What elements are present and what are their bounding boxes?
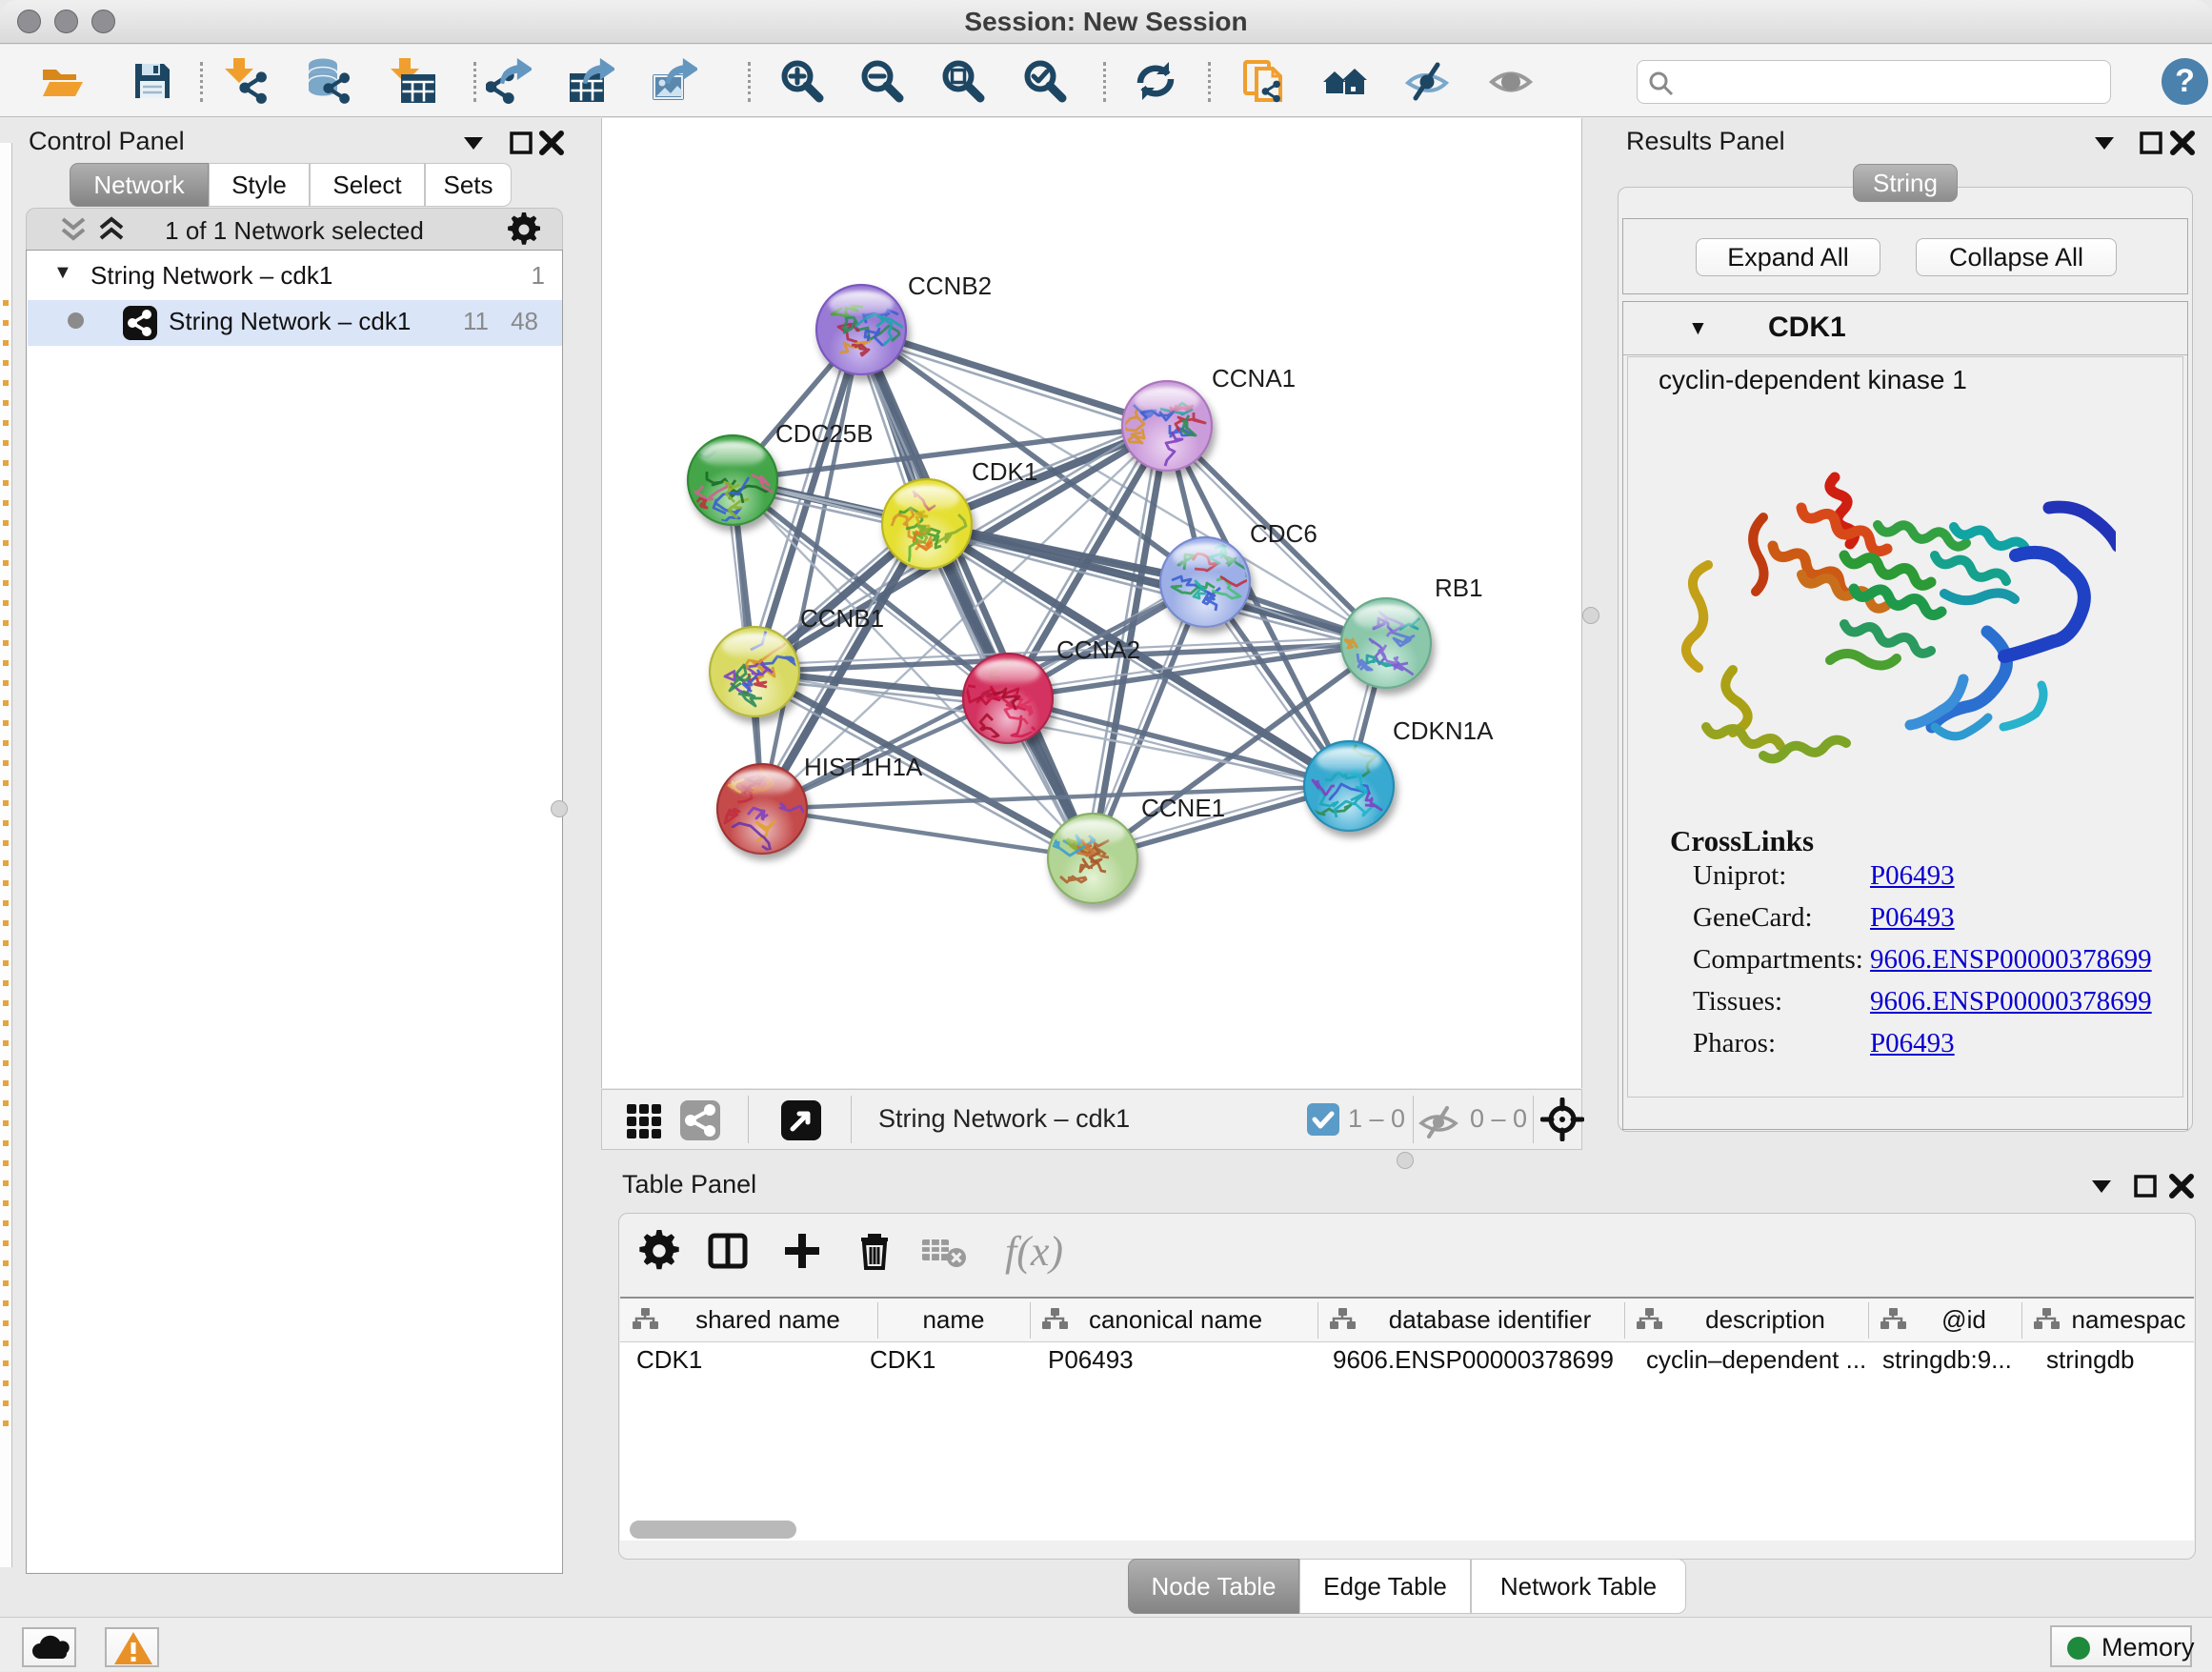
svg-text:CCNE1: CCNE1: [1141, 794, 1225, 822]
svg-text:CCNA2: CCNA2: [1056, 635, 1140, 664]
svg-text:CCNB2: CCNB2: [908, 272, 992, 300]
svg-text:RB1: RB1: [1435, 574, 1483, 602]
svg-text:CDC6: CDC6: [1250, 519, 1317, 548]
svg-text:HIST1H1A: HIST1H1A: [804, 753, 923, 781]
svg-text:CDKN1A: CDKN1A: [1393, 716, 1494, 745]
svg-text:CDK1: CDK1: [972, 457, 1037, 486]
svg-text:CCNA1: CCNA1: [1212, 364, 1296, 393]
svg-text:CDC25B: CDC25B: [775, 419, 874, 448]
svg-text:CCNB1: CCNB1: [800, 604, 884, 633]
